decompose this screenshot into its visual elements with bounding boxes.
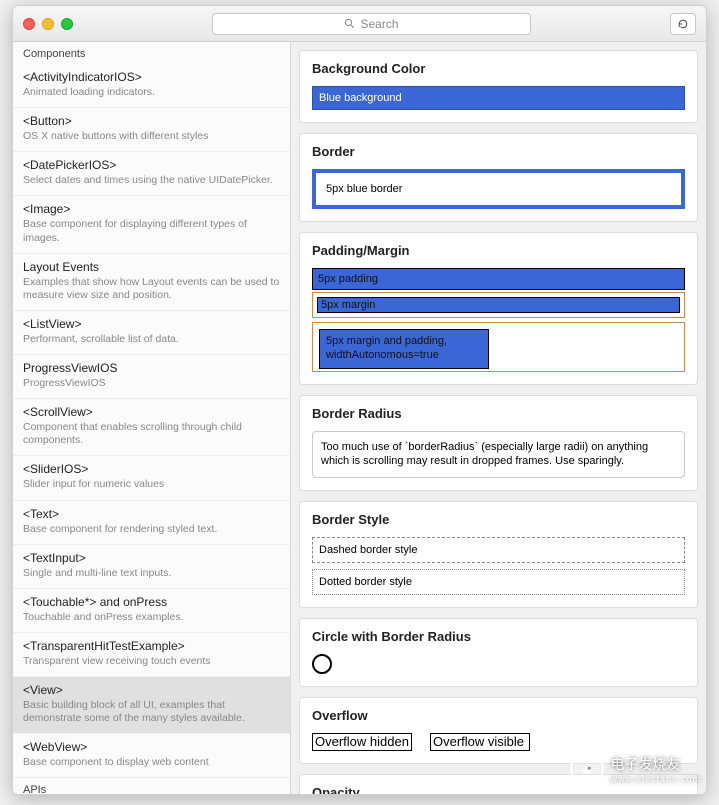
card-opacity: Opacity Opacity 0.1 Opacity 0.3 Opacity … — [299, 774, 698, 794]
sidebar-item-title: <Button> — [23, 114, 280, 128]
sidebar-item-desc: Performant, scrollable list of data. — [23, 333, 280, 346]
sidebar-item-title: ProgressViewIOS — [23, 361, 280, 375]
sidebar-item-title: <DatePickerIOS> — [23, 158, 280, 172]
sidebar-item-desc: Select dates and times using the native … — [23, 174, 280, 187]
window-controls — [23, 18, 73, 30]
card-title: Border — [312, 144, 685, 159]
sidebar-item-title: <SliderIOS> — [23, 462, 280, 476]
margin-sample: 5px margin — [317, 297, 680, 313]
minimize-button[interactable] — [42, 18, 54, 30]
overflow-hidden-sample: Overflow hidden — [312, 733, 412, 751]
sidebar-item[interactable]: ProgressViewIOS ProgressViewIOS — [13, 355, 290, 399]
sidebar-item-desc: Basic building block of all UI, examples… — [23, 699, 280, 725]
sidebar-item-desc: ProgressViewIOS — [23, 377, 280, 390]
sidebar[interactable]: Components <ActivityIndicatorIOS> Animated… — [13, 42, 291, 794]
sidebar-item-desc: Examples that show how Layout events can… — [23, 276, 280, 302]
sidebar-item-desc: Touchable and onPress examples. — [23, 611, 280, 624]
card-padding-margin: Padding/Margin 5px padding 5px margin 5p… — [299, 232, 698, 385]
sidebar-item-title: <View> — [23, 683, 280, 697]
border-sample: 5px blue border — [312, 169, 685, 209]
sidebar-item[interactable]: <ScrollView> Component that enables scrol… — [13, 399, 290, 456]
sidebar-item-desc: Slider input for numeric values — [23, 478, 280, 491]
sidebar-item-title: <WebView> — [23, 740, 280, 754]
margin-padding-sample: 5px margin and padding,widthAutonomous=t… — [319, 329, 489, 369]
sidebar-item-title: <ScrollView> — [23, 405, 280, 419]
sidebar-item-desc: OS X native buttons with different style… — [23, 130, 280, 143]
sidebar-item-desc: Base component for rendering styled text… — [23, 523, 280, 536]
sidebar-item[interactable]: <Touchable*> and onPress Touchable and on… — [13, 589, 290, 633]
card-border: Border 5px blue border — [299, 133, 698, 222]
sidebar-item[interactable]: <DatePickerIOS> Select dates and times us… — [13, 152, 290, 196]
circle-sample — [312, 654, 332, 674]
sidebar-item-title: Layout Events — [23, 260, 280, 274]
card-title: Circle with Border Radius — [312, 629, 685, 644]
app-window: Search Components <ActivityIndicatorIOS> A… — [12, 5, 707, 795]
sidebar-item-desc: Animated loading indicators. — [23, 86, 280, 99]
sidebar-item-title: <ListView> — [23, 317, 280, 331]
sidebar-item[interactable]: <SliderIOS> Slider input for numeric valu… — [13, 456, 290, 500]
overflow-visible-sample: Overflow visible — [430, 733, 530, 751]
sidebar-item-desc: Single and multi-line text inputs. — [23, 567, 280, 580]
card-background-color: Background Color Blue background — [299, 50, 698, 123]
sidebar-section-header: Components — [13, 42, 290, 64]
card-title: Opacity — [312, 785, 685, 794]
reload-button[interactable] — [670, 13, 696, 35]
sidebar-item-desc: Base component to display web content — [23, 756, 280, 769]
dashed-sample: Dashed border style — [312, 537, 685, 563]
card-circle: Circle with Border Radius — [299, 618, 698, 687]
sidebar-item[interactable]: <Text> Base component for rendering style… — [13, 501, 290, 545]
sidebar-item[interactable]: <TextInput> Single and multi-line text in… — [13, 545, 290, 589]
card-title: Border Style — [312, 512, 685, 527]
detail-pane[interactable]: Background Color Blue background Border … — [291, 42, 706, 794]
sidebar-item-desc: Component that enables scrolling through… — [23, 421, 280, 447]
reload-icon — [677, 18, 689, 30]
content-split: Components <ActivityIndicatorIOS> Animated… — [13, 42, 706, 794]
sidebar-item[interactable]: <ListView> Performant, scrollable list of… — [13, 311, 290, 355]
zoom-button[interactable] — [61, 18, 73, 30]
sidebar-item-desc: Base component for displaying different … — [23, 218, 280, 244]
sidebar-item[interactable]: <Image> Base component for displaying dif… — [13, 196, 290, 253]
card-border-style: Border Style Dashed border style Dotted … — [299, 501, 698, 608]
card-overflow: Overflow Overflow hidden Overflow visibl… — [299, 697, 698, 764]
card-title: Background Color — [312, 61, 685, 76]
sidebar-item-desc: Transparent view receiving touch events — [23, 655, 280, 668]
card-title: Border Radius — [312, 406, 685, 421]
sidebar-item[interactable]: <View> Basic building block of all UI, ex… — [13, 677, 290, 734]
sidebar-item[interactable]: <WebView> Base component to display web c… — [13, 734, 290, 778]
sidebar-item-title: <Image> — [23, 202, 280, 216]
sidebar-item-title: <Text> — [23, 507, 280, 521]
card-title: Padding/Margin — [312, 243, 685, 258]
sidebar-item-title: <Touchable*> and onPress — [23, 595, 280, 609]
sidebar-item[interactable]: <ActivityIndicatorIOS> Animated loading i… — [13, 64, 290, 108]
search-input[interactable]: Search — [212, 13, 532, 35]
dotted-sample: Dotted border style — [312, 569, 685, 595]
sidebar-section-header: APIs — [13, 778, 290, 794]
sidebar-item-title: <TextInput> — [23, 551, 280, 565]
card-border-radius: Border Radius Too much use of `borderRad… — [299, 395, 698, 492]
sidebar-item[interactable]: <TransparentHitTestExample> Transparent v… — [13, 633, 290, 677]
card-title: Overflow — [312, 708, 685, 723]
search-icon — [344, 18, 355, 29]
bg-color-sample: Blue background — [312, 86, 685, 110]
border-radius-note: Too much use of `borderRadius` (especial… — [312, 431, 685, 479]
sidebar-item-title: <ActivityIndicatorIOS> — [23, 70, 280, 84]
sidebar-item[interactable]: <Button> OS X native buttons with differe… — [13, 108, 290, 152]
titlebar: Search — [13, 6, 706, 42]
padding-sample: 5px padding — [312, 268, 685, 290]
search-placeholder: Search — [360, 17, 398, 31]
close-button[interactable] — [23, 18, 35, 30]
sidebar-item-title: <TransparentHitTestExample> — [23, 639, 280, 653]
sidebar-item[interactable]: Layout Events Examples that show how Layo… — [13, 254, 290, 311]
